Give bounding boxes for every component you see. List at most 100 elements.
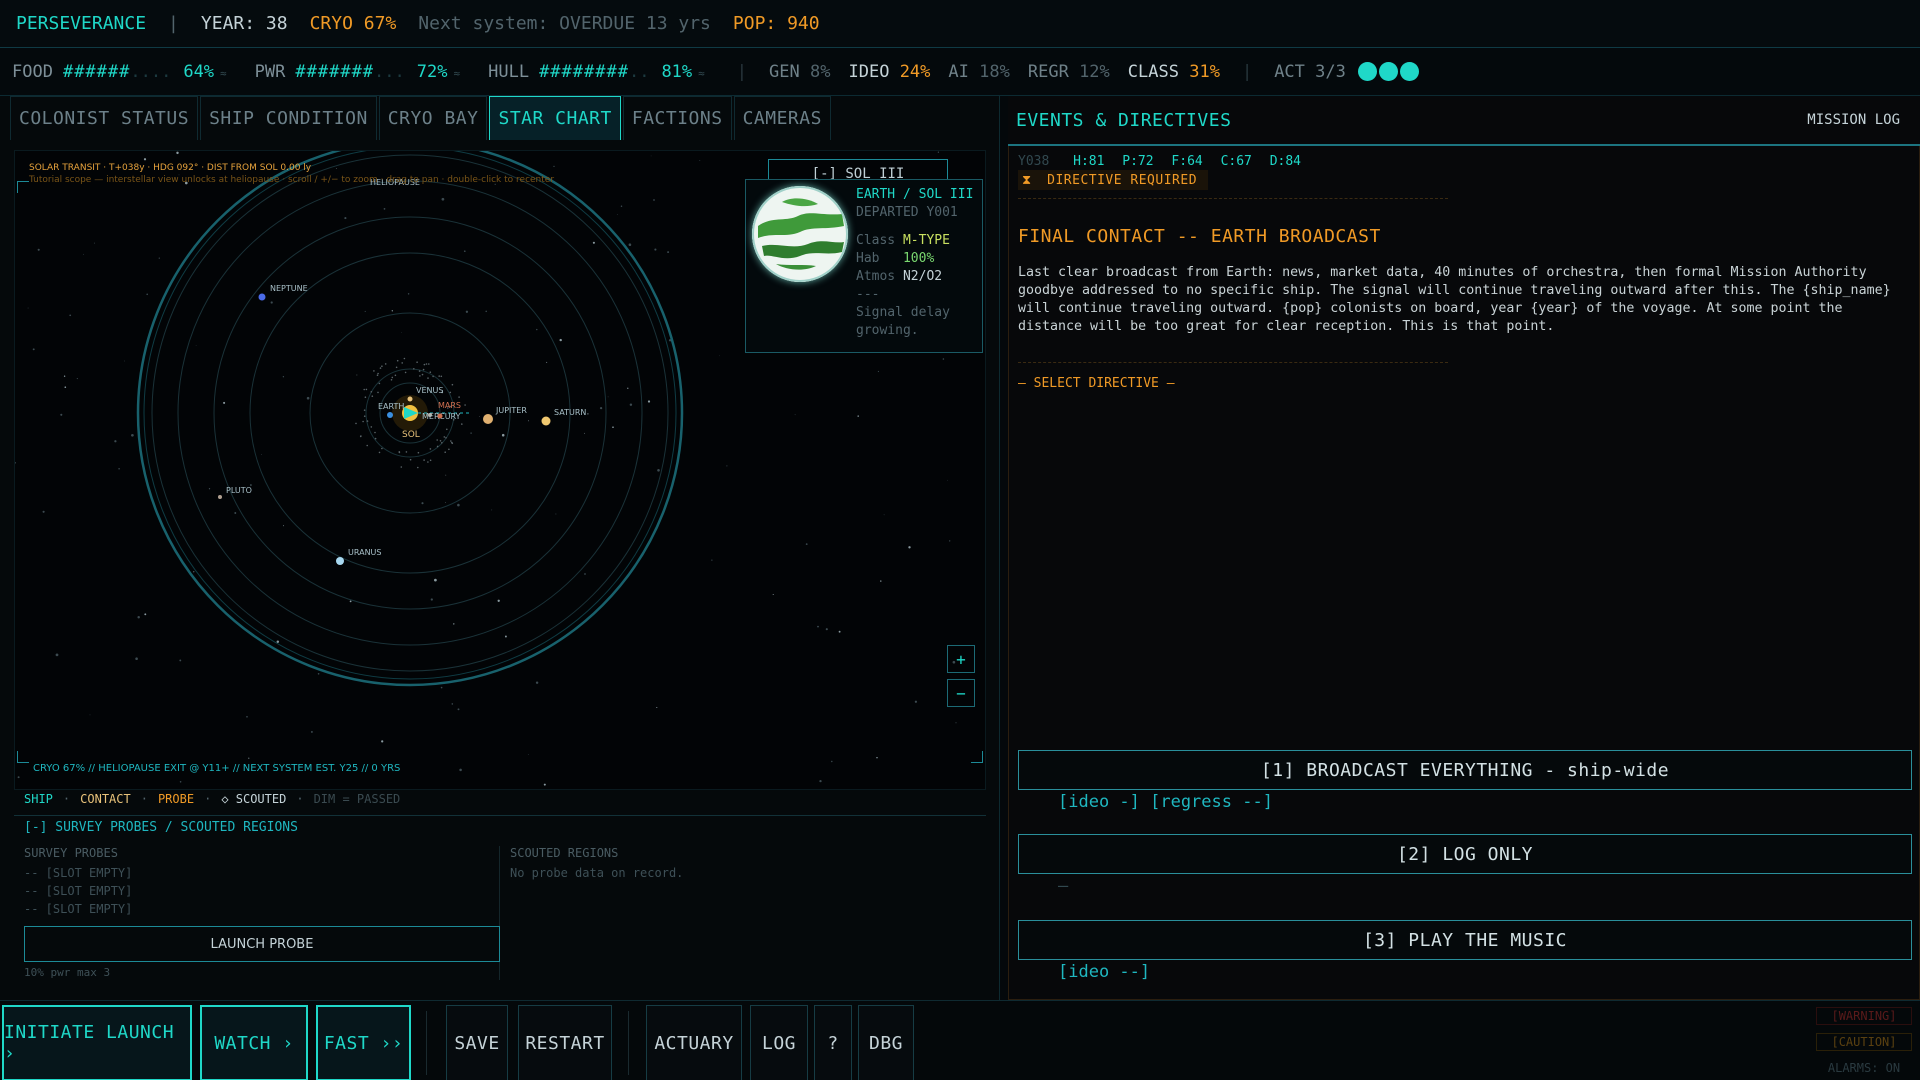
directive-option-3[interactable]: [3] PLAY THE MUSIC xyxy=(1018,920,1912,960)
background-star xyxy=(937,151,940,153)
asteroid-belt-rock xyxy=(381,365,383,367)
background-star xyxy=(479,416,480,417)
tab-ship-condition[interactable]: SHIP CONDITION xyxy=(200,96,377,140)
actuary-button[interactable]: ACTUARY xyxy=(646,1005,742,1080)
alarms-toggle[interactable]: ALARMS: ON xyxy=(1816,1059,1912,1077)
save-button[interactable]: SAVE xyxy=(446,1005,508,1080)
hull-bar: ######## xyxy=(539,61,629,82)
background-star xyxy=(877,370,879,373)
background-star xyxy=(248,757,250,759)
background-star xyxy=(657,469,660,472)
directive-effects-1: [ideo -] [regress --] xyxy=(1058,792,1273,812)
asteroid-belt-rock xyxy=(398,451,401,454)
background-star xyxy=(179,781,182,783)
background-star xyxy=(407,293,410,295)
asteroid-belt-rock xyxy=(427,461,429,463)
transit-readout: SOLAR TRANSIT · T+038y · HDG 092° · DIST… xyxy=(29,163,312,173)
asteroid-belt-rock xyxy=(405,451,408,453)
asteroid-belt-rock xyxy=(444,451,447,454)
background-star xyxy=(276,640,280,643)
hab-field-value: 100% xyxy=(902,251,935,266)
bar-divider xyxy=(426,1011,427,1075)
background-star xyxy=(883,514,885,516)
log-button[interactable]: LOG xyxy=(750,1005,808,1080)
launch-probe-button[interactable]: LAUNCH PROBE xyxy=(24,926,500,962)
background-star xyxy=(64,386,67,389)
background-star xyxy=(465,310,469,313)
tab-cameras[interactable]: CAMERAS xyxy=(733,96,831,140)
survey-section-toggle[interactable]: [-] SURVEY PROBES / SCOUTED REGIONS xyxy=(24,820,298,835)
background-star xyxy=(144,613,147,616)
directive-option-1[interactable]: [1] BROADCAST EVERYTHING - ship-wide xyxy=(1018,750,1912,790)
restart-button[interactable]: RESTART xyxy=(518,1005,612,1080)
background-star xyxy=(430,598,433,601)
star-chart-viewport[interactable]: MERCURYVENUSEARTHMARSJUPITERSATURNURANUS… xyxy=(14,150,986,790)
zoom-out-button[interactable]: − xyxy=(947,679,975,707)
directive-effects-2: — xyxy=(1058,876,1069,896)
debug-button[interactable]: DBG xyxy=(858,1005,914,1080)
background-star xyxy=(491,509,493,511)
events-title: EVENTS & DIRECTIVES xyxy=(1016,110,1232,131)
background-star xyxy=(470,432,472,434)
asteroid-belt-rock xyxy=(379,367,382,369)
chart-status-line: CRYO 67% // HELIOPAUSE EXIT @ Y11+ // NE… xyxy=(33,763,401,774)
event-stat: F:64 xyxy=(1171,154,1203,169)
background-star xyxy=(587,413,589,415)
asteroid-belt-rock xyxy=(377,391,379,394)
legend-ship: SHIP xyxy=(24,792,53,806)
food-percent: 64% xyxy=(183,61,215,82)
asteroid-belt-rock xyxy=(377,372,379,375)
planet-pluto xyxy=(218,495,222,499)
planet-detail-card: EARTH / SOL III DEPARTED Y001 Class M-TY… xyxy=(745,179,983,353)
fast-button[interactable]: FAST ›› xyxy=(316,1005,411,1080)
background-star xyxy=(445,502,447,504)
background-star xyxy=(146,293,148,296)
background-star xyxy=(270,301,273,304)
initiate-launch-button[interactable]: INITIATE LAUNCH › xyxy=(2,1005,192,1080)
tab-star-chart[interactable]: STAR CHART xyxy=(489,96,621,140)
hull-label: HULL xyxy=(488,61,530,82)
asteroid-belt-rock xyxy=(363,388,366,391)
planet-detail-lines: EARTH / SOL III DEPARTED Y001 Class M-TY… xyxy=(856,186,973,340)
regions-empty-note: No probe data on record. xyxy=(510,866,684,880)
tutorial-hint: Tutorial scope — interstellar view unloc… xyxy=(29,175,555,185)
tab-factions[interactable]: FACTIONS xyxy=(622,96,732,140)
chart-legend: SHIP · CONTACT · PROBE · ◇ SCOUTED · DIM… xyxy=(24,792,400,806)
background-star xyxy=(546,361,548,363)
background-star xyxy=(383,208,386,210)
directive-option-2[interactable]: [2] LOG ONLY xyxy=(1018,834,1912,874)
asteroid-belt-rock xyxy=(451,383,454,386)
zoom-in-button[interactable]: + xyxy=(947,645,975,673)
asteroid-belt-rock xyxy=(441,442,443,444)
legend-sep: · xyxy=(62,792,71,806)
bar-divider xyxy=(628,1011,629,1075)
mission-log-button[interactable]: MISSION LOG xyxy=(1807,112,1900,128)
tab-bar: COLONIST STATUS SHIP CONDITION CRYO BAY … xyxy=(10,96,833,140)
tab-colonist-status[interactable]: COLONIST STATUS xyxy=(10,96,199,140)
asteroid-belt-rock xyxy=(458,396,460,398)
background-star xyxy=(654,248,657,251)
regr-stat: REGR 12% xyxy=(1028,62,1110,82)
detail-note-1: Signal delay xyxy=(856,305,950,320)
background-star xyxy=(553,165,555,168)
gen-label: GEN xyxy=(769,61,800,82)
help-button[interactable]: ? xyxy=(814,1005,852,1080)
watch-button[interactable]: WATCH › xyxy=(200,1005,308,1080)
asteroid-belt-rock xyxy=(425,363,428,365)
food-bar: ###### xyxy=(62,61,131,82)
hourglass-icon: ⧗ xyxy=(1022,172,1032,188)
asteroid-belt-rock xyxy=(404,371,407,374)
action-points: ACT 3/3 xyxy=(1274,62,1420,82)
background-star xyxy=(805,543,808,545)
directive-effects-3: [ideo --] xyxy=(1058,962,1151,982)
tab-cryo-bay[interactable]: CRYO BAY xyxy=(378,96,488,140)
power-bar-empty: ... xyxy=(374,61,405,82)
background-star xyxy=(310,730,313,733)
asteroid-belt-rock xyxy=(355,422,357,425)
power-percent: 72% xyxy=(416,61,448,82)
background-star xyxy=(158,257,160,259)
background-star xyxy=(501,433,505,437)
corner-bracket xyxy=(17,181,29,193)
background-star xyxy=(193,571,195,573)
asteroid-belt-rock xyxy=(450,440,452,442)
